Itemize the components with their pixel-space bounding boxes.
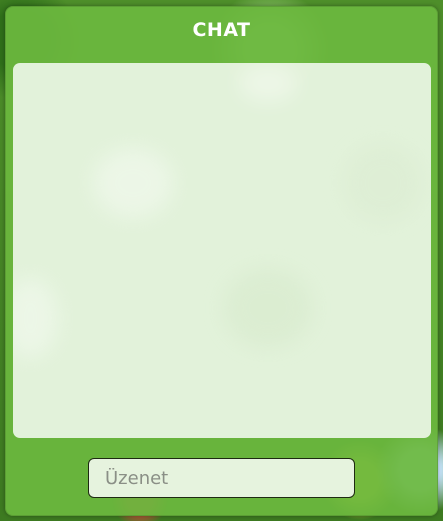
background-blur-shape	[238, 63, 298, 103]
background-blur-shape	[343, 143, 423, 223]
chat-panel: CHAT	[5, 6, 438, 516]
game-background: CHAT	[0, 0, 443, 521]
background-blur-shape	[223, 268, 313, 348]
chat-message-input[interactable]	[88, 458, 355, 498]
chat-message-area[interactable]	[13, 63, 431, 438]
background-blur-shape	[93, 148, 173, 218]
chat-title: CHAT	[192, 19, 251, 41]
chat-input-container	[88, 458, 355, 498]
background-blur-shape	[13, 278, 58, 358]
